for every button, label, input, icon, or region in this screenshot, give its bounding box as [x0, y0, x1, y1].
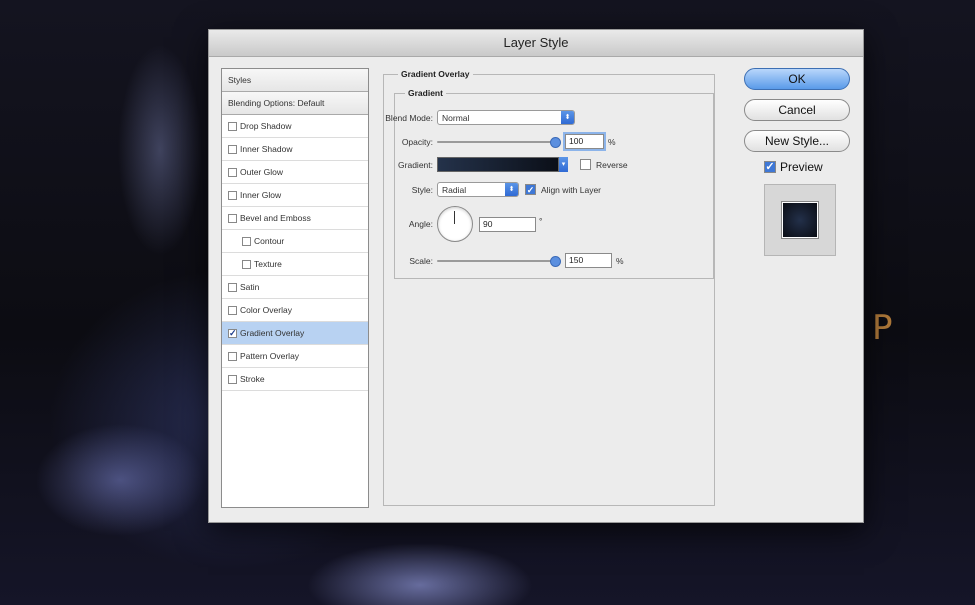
- style-item-label: Stroke: [240, 373, 265, 384]
- angle-input[interactable]: 90: [479, 216, 536, 232]
- style-checkbox[interactable]: [228, 351, 237, 361]
- scale-input[interactable]: 150: [565, 253, 612, 268]
- blend-mode-value: Normal: [442, 112, 470, 123]
- style-item-label: Inner Shadow: [240, 143, 293, 154]
- opacity-label: Opacity:: [401, 136, 433, 147]
- gradient-label: Gradient:: [398, 159, 433, 170]
- style-checkbox[interactable]: [228, 374, 237, 384]
- preview-option[interactable]: ✓ Preview: [764, 160, 823, 174]
- scale-slider-knob[interactable]: [550, 255, 561, 267]
- style-checkbox[interactable]: [228, 213, 237, 223]
- style-item-contour[interactable]: Contour: [222, 230, 368, 253]
- angle-label: Angle:: [408, 219, 433, 229]
- style-item-label: Pattern Overlay: [240, 350, 300, 361]
- style-item-label: Inner Glow: [240, 189, 282, 200]
- style-item-label: Texture: [254, 258, 282, 269]
- style-item-stroke[interactable]: Stroke: [222, 368, 368, 391]
- select-arrows-icon: ⬍: [561, 111, 574, 124]
- preview-checkbox[interactable]: ✓: [764, 161, 776, 173]
- group-title: Gradient: [405, 88, 446, 98]
- cancel-button[interactable]: Cancel: [744, 99, 850, 121]
- opacity-row: Opacity: 100 %: [373, 132, 616, 151]
- background-letter: P: [872, 308, 893, 348]
- style-value: Radial: [442, 184, 467, 195]
- style-select[interactable]: Radial ⬍: [437, 182, 519, 197]
- align-with-layer-checkbox[interactable]: ✓: [525, 184, 536, 195]
- style-item-label: Gradient Overlay: [240, 327, 305, 338]
- preview-label: Preview: [780, 160, 823, 174]
- style-label: Style:: [411, 184, 433, 195]
- reverse-checkbox[interactable]: [580, 159, 591, 170]
- style-item-bevel-and-emboss[interactable]: Bevel and Emboss: [222, 207, 368, 230]
- style-item-label: Outer Glow: [240, 166, 283, 177]
- gradient-row: Gradient: ▾ Reverse: [373, 157, 628, 172]
- blend-mode-select[interactable]: Normal ⬍: [437, 110, 575, 125]
- style-item-label: Drop Shadow: [240, 120, 292, 131]
- style-checkbox[interactable]: [228, 121, 237, 131]
- preview-thumbnail: [764, 184, 836, 256]
- style-item-inner-shadow[interactable]: Inner Shadow: [222, 138, 368, 161]
- style-item-satin[interactable]: Satin: [222, 276, 368, 299]
- styles-list: Styles Blending Options: Default Drop Sh…: [221, 68, 369, 508]
- ok-button[interactable]: OK: [744, 68, 850, 90]
- new-style-button[interactable]: New Style...: [744, 130, 850, 152]
- section-title: Gradient Overlay: [398, 69, 473, 79]
- select-arrows-icon: ⬍: [505, 183, 518, 196]
- scale-row: Scale: 150 %: [373, 253, 624, 268]
- align-with-layer-label: Align with Layer: [541, 184, 602, 195]
- scale-label: Scale:: [409, 255, 433, 266]
- style-item-outer-glow[interactable]: Outer Glow: [222, 161, 368, 184]
- style-item-label: Contour: [254, 235, 285, 246]
- blending-options[interactable]: Blending Options: Default: [222, 92, 368, 115]
- style-checkbox[interactable]: [228, 282, 237, 292]
- styles-header[interactable]: Styles: [222, 69, 368, 92]
- style-checkbox[interactable]: [228, 167, 237, 177]
- opacity-slider[interactable]: [437, 136, 561, 148]
- style-item-pattern-overlay[interactable]: Pattern Overlay: [222, 345, 368, 368]
- gradient-group: Gradient Blend Mode: Normal ⬍ Opacity: 1…: [385, 88, 714, 279]
- style-row: Style: Radial ⬍ ✓ Align with Layer: [373, 182, 601, 197]
- style-item-label: Bevel and Emboss: [240, 212, 311, 223]
- style-item-gradient-overlay[interactable]: ✓ Gradient Overlay: [222, 322, 368, 345]
- style-checkbox[interactable]: ✓: [228, 328, 237, 338]
- scale-slider[interactable]: [437, 255, 561, 267]
- opacity-input[interactable]: 100: [563, 132, 606, 151]
- gradient-overlay-section: Gradient Overlay Gradient Blend Mode: No…: [383, 69, 715, 506]
- style-item-inner-glow[interactable]: Inner Glow: [222, 184, 368, 207]
- angle-needle-icon: [454, 211, 455, 224]
- scale-unit: %: [616, 255, 624, 266]
- style-checkbox[interactable]: [242, 259, 251, 269]
- blend-mode-row: Blend Mode: Normal ⬍: [373, 110, 575, 125]
- gradient-swatch[interactable]: [437, 157, 559, 172]
- blend-mode-label: Blend Mode:: [385, 112, 433, 123]
- style-item-color-overlay[interactable]: Color Overlay: [222, 299, 368, 322]
- style-item-drop-shadow[interactable]: Drop Shadow: [222, 115, 368, 138]
- reverse-label: Reverse: [596, 159, 628, 170]
- angle-dial[interactable]: [437, 206, 473, 242]
- style-item-texture[interactable]: Texture: [222, 253, 368, 276]
- style-checkbox[interactable]: [228, 144, 237, 154]
- style-item-label: Satin: [240, 281, 260, 292]
- dialog-title: Layer Style: [209, 30, 863, 57]
- opacity-slider-knob[interactable]: [550, 136, 561, 148]
- style-checkbox[interactable]: [228, 190, 237, 200]
- style-checkbox[interactable]: [228, 305, 237, 315]
- style-checkbox[interactable]: [242, 236, 251, 246]
- angle-row: Angle: 90 °: [373, 206, 542, 242]
- gradient-dropdown-icon[interactable]: ▾: [559, 157, 568, 172]
- preview-swatch: [782, 202, 818, 238]
- style-item-label: Color Overlay: [240, 304, 292, 315]
- opacity-unit: %: [608, 136, 616, 147]
- layer-style-dialog: Layer Style Styles Blending Options: Def…: [208, 29, 864, 523]
- angle-unit: °: [539, 216, 543, 226]
